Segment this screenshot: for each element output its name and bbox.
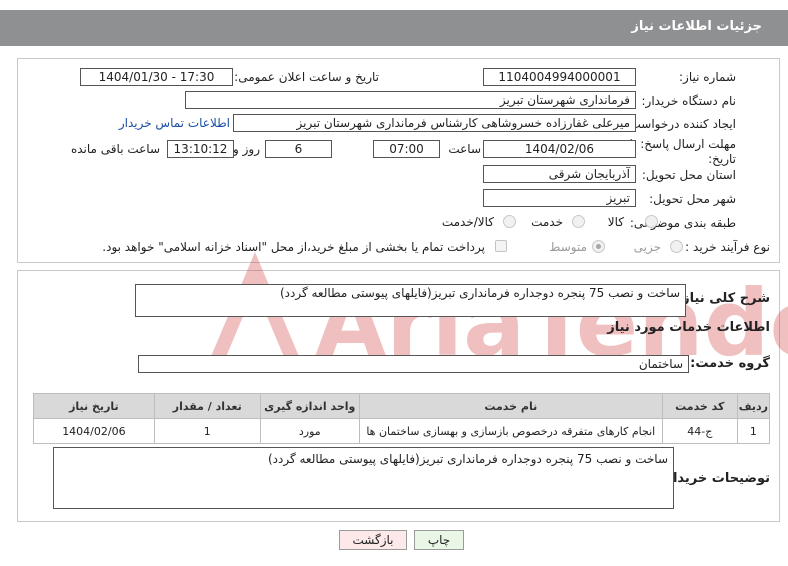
category-radio-goods[interactable] — [645, 215, 658, 228]
deadline-time-field: 07:00 — [373, 140, 440, 158]
requester-label: ایجاد کننده درخواست: — [625, 117, 736, 131]
service-group-label: گروه خدمت: — [690, 356, 770, 371]
category-option-goods-service: کالا/خدمت — [441, 215, 494, 229]
category-option-service: خدمت — [531, 215, 563, 229]
requester-field: میرعلی غفارزاده خسروشاهی کارشناس فرماندا… — [233, 114, 636, 132]
col-header-service-name: نام خدمت — [358, 393, 663, 419]
deadline-time-label: ساعت — [448, 142, 481, 156]
back-button[interactable]: بازگشت — [339, 530, 407, 550]
remaining-time-label: ساعت باقی مانده — [70, 142, 160, 156]
province-label: استان محل تحویل: — [641, 168, 736, 182]
province-field: آذربایجان شرقی — [483, 165, 636, 183]
general-desc-field: ساخت و نصب 75 پنجره دوجداره فرمانداری تب… — [135, 284, 686, 317]
city-label: شهر محل تحویل: — [649, 192, 736, 206]
need-number-label: شماره نیاز: — [679, 70, 736, 84]
category-radio-service[interactable] — [572, 215, 585, 228]
cell-quantity: 1 — [153, 418, 261, 444]
city-field: تبریز — [483, 189, 636, 207]
table-header-row: ردیف کد خدمت نام خدمت واحد اندازه گیری ت… — [33, 393, 771, 419]
page-title: جزئیات اطلاعات نیاز — [631, 19, 762, 34]
buyer-notes-field: ساخت و نصب 75 پنجره دوجداره فرمانداری تب… — [53, 447, 674, 509]
announce-datetime-field: 1404/01/30 - 17:30 — [80, 68, 233, 86]
deadline-date-field: 1404/02/06 — [483, 140, 636, 158]
buyer-contact-link[interactable]: اطلاعات تماس خریدار — [119, 116, 230, 130]
services-table: ردیف کد خدمت نام خدمت واحد اندازه گیری ت… — [33, 393, 771, 444]
deadline-label-line1: مهلت ارسال پاسخ: تا — [629, 137, 736, 151]
cell-service-code: ج-44 — [661, 418, 738, 444]
col-header-unit: واحد اندازه گیری — [259, 393, 360, 419]
col-header-need-date: تاریخ نیاز — [33, 393, 155, 419]
col-header-row: ردیف — [736, 393, 771, 419]
buyer-org-label: نام دستگاه خریدار: — [641, 94, 737, 108]
deadline-label-line2: تاریخ: — [708, 152, 736, 166]
remaining-time-field: 13:10:12 — [167, 140, 234, 158]
category-radio-goods-service[interactable] — [503, 215, 516, 228]
buyer-notes-label: توضیحات خریدار: — [660, 471, 770, 486]
buyer-org-field: فرمانداری شهرستان تبریز — [185, 91, 636, 109]
table-row: 1 ج-44 انجام کارهای متفرقه درخصوص بازساز… — [33, 418, 771, 444]
need-info-panel — [17, 58, 780, 263]
category-option-goods: کالا — [607, 215, 624, 229]
need-number-field: 1104004994000001 — [483, 68, 636, 86]
announce-datetime-label: تاریخ و ساعت اعلان عمومی: — [234, 70, 379, 84]
print-button[interactable]: چاپ — [414, 530, 464, 550]
cell-unit: مورد — [259, 418, 360, 444]
cell-need-date: 1404/02/06 — [33, 418, 155, 444]
days-remaining-field: 6 — [265, 140, 332, 158]
service-group-field: ساختمان — [138, 355, 689, 373]
col-header-service-code: کد خدمت — [661, 393, 738, 419]
days-label: روز و — [233, 142, 260, 156]
services-section-title: اطلاعات خدمات مورد نیاز — [607, 320, 770, 335]
cell-row-number: 1 — [736, 418, 771, 444]
general-desc-label: شرح کلی نیاز: — [676, 291, 770, 306]
col-header-quantity: تعداد / مقدار — [153, 393, 261, 419]
cell-service-name: انجام کارهای متفرقه درخصوص بازسازی و بهس… — [358, 418, 663, 444]
